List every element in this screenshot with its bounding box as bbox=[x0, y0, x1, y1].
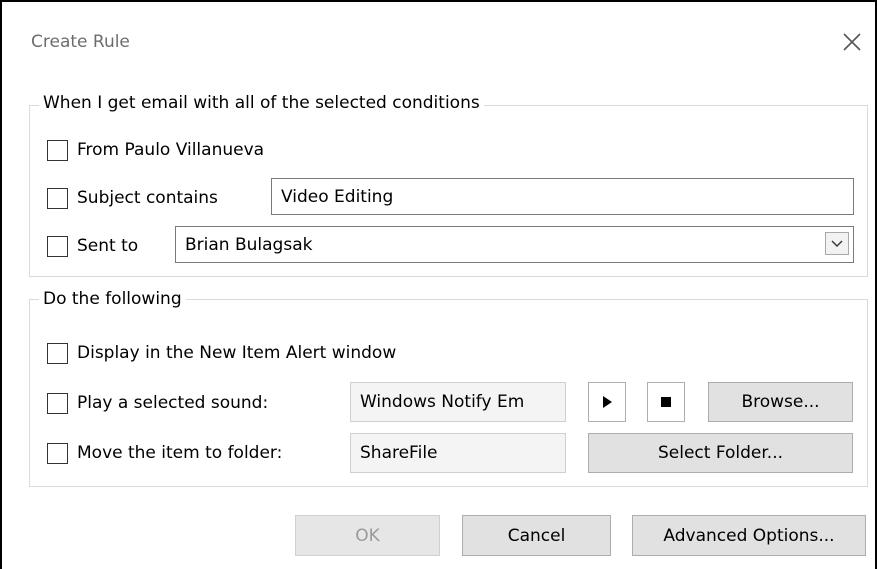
subject-condition[interactable]: Subject contains bbox=[47, 186, 218, 210]
chevron-down-icon bbox=[831, 240, 843, 247]
cancel-button[interactable]: Cancel bbox=[462, 515, 611, 556]
display-alert-action[interactable]: Display in the New Item Alert window bbox=[47, 341, 396, 365]
display-alert-checkbox[interactable] bbox=[47, 342, 68, 364]
sent-to-dropdown-button[interactable] bbox=[825, 232, 849, 255]
play-sound-checkbox[interactable] bbox=[47, 392, 68, 414]
subject-checkbox[interactable] bbox=[47, 187, 68, 209]
select-folder-button[interactable]: Select Folder... bbox=[588, 433, 853, 473]
play-sound-button[interactable] bbox=[588, 382, 626, 422]
play-sound-label: Play a selected sound: bbox=[77, 393, 269, 413]
move-folder-label: Move the item to folder: bbox=[77, 443, 283, 463]
from-checkbox[interactable] bbox=[47, 139, 68, 161]
play-sound-action[interactable]: Play a selected sound: bbox=[47, 391, 268, 415]
display-alert-label: Display in the New Item Alert window bbox=[77, 343, 397, 363]
from-label: From Paulo Villanueva bbox=[77, 140, 265, 160]
create-rule-dialog: Create Rule When I get email with all of… bbox=[0, 0, 877, 569]
subject-value: Video Editing bbox=[281, 186, 394, 207]
sent-to-label: Sent to bbox=[77, 236, 139, 256]
play-icon bbox=[603, 396, 612, 408]
folder-field[interactable]: ShareFile bbox=[350, 433, 566, 473]
sent-to-value: Brian Bulagsak bbox=[185, 234, 313, 255]
close-button[interactable] bbox=[834, 24, 870, 60]
subject-input[interactable]: Video Editing bbox=[271, 178, 854, 215]
sound-file-value: Windows Notify Em bbox=[360, 392, 525, 412]
browse-button[interactable]: Browse... bbox=[708, 382, 853, 422]
close-icon bbox=[843, 33, 861, 51]
sound-file-field[interactable]: Windows Notify Em bbox=[350, 382, 566, 422]
sent-to-select[interactable]: Brian Bulagsak bbox=[175, 226, 854, 263]
move-folder-checkbox[interactable] bbox=[47, 442, 68, 464]
stop-sound-button[interactable] bbox=[647, 382, 685, 422]
stop-icon bbox=[661, 397, 671, 407]
subject-label: Subject contains bbox=[77, 188, 218, 208]
from-condition[interactable]: From Paulo Villanueva bbox=[47, 138, 264, 162]
advanced-options-button[interactable]: Advanced Options... bbox=[632, 515, 866, 556]
actions-legend: Do the following bbox=[39, 289, 186, 309]
ok-button[interactable]: OK bbox=[295, 515, 440, 556]
sent-to-checkbox[interactable] bbox=[47, 235, 68, 257]
conditions-legend: When I get email with all of the selecte… bbox=[39, 93, 484, 113]
folder-value: ShareFile bbox=[360, 443, 438, 463]
dialog-title: Create Rule bbox=[31, 32, 130, 52]
move-folder-action[interactable]: Move the item to folder: bbox=[47, 441, 282, 465]
sent-to-condition[interactable]: Sent to bbox=[47, 234, 138, 258]
